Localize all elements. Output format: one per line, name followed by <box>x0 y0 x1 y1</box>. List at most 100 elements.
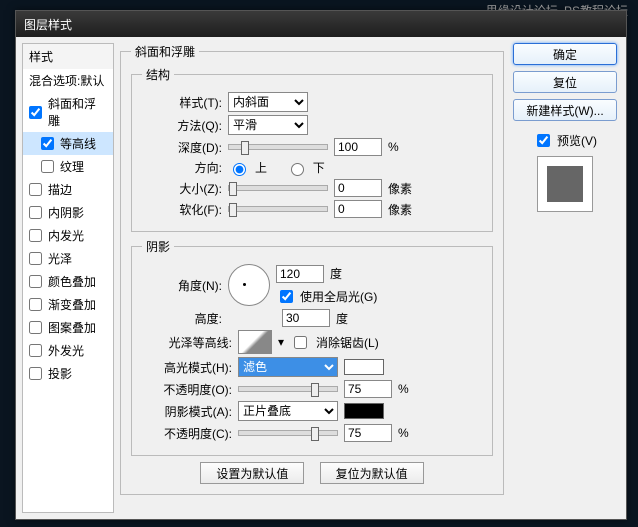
sidebar-label-5: 内发光 <box>48 227 84 244</box>
depth-label: 深度(D): <box>142 139 222 156</box>
sidebar-check-9[interactable] <box>29 321 42 334</box>
gloss-label: 光泽等高线: <box>142 334 232 351</box>
deg-unit: 度 <box>330 265 342 282</box>
percent-unit: % <box>388 140 399 154</box>
technique-select[interactable]: 平滑 <box>228 115 308 135</box>
sidebar-item-4[interactable]: 内阴影 <box>23 201 113 224</box>
direction-label: 方向: <box>142 159 222 176</box>
panel-title: 斜面和浮雕 <box>131 43 199 60</box>
shading-legend: 阴影 <box>142 238 174 255</box>
sidebar-blend-options[interactable]: 混合选项:默认 <box>23 69 113 92</box>
sidebar-check-1[interactable] <box>41 137 54 150</box>
antialias-label: 消除锯齿(L) <box>316 334 379 351</box>
antialias-check[interactable] <box>294 336 307 349</box>
footer-buttons: 设置为默认值 复位为默认值 <box>131 462 493 484</box>
preview-label: 预览(V) <box>557 132 597 149</box>
size-slider[interactable] <box>228 185 328 191</box>
sidebar-item-10[interactable]: 外发光 <box>23 339 113 362</box>
angle-label: 角度(N): <box>142 277 222 294</box>
structure-legend: 结构 <box>142 66 174 83</box>
soften-slider[interactable] <box>228 206 328 212</box>
direction-up-radio[interactable] <box>233 163 246 176</box>
layer-style-dialog: 图层样式 样式 混合选项:默认 斜面和浮雕等高线纹理描边内阴影内发光光泽颜色叠加… <box>15 10 627 520</box>
chevron-down-icon[interactable]: ▾ <box>278 335 284 349</box>
sidebar-check-8[interactable] <box>29 298 42 311</box>
depth-input[interactable] <box>334 138 382 156</box>
technique-label: 方法(Q): <box>142 117 222 134</box>
sidebar-check-0[interactable] <box>29 106 42 119</box>
direction-down-label: 下 <box>313 159 325 176</box>
px-unit: 像素 <box>388 180 412 197</box>
ok-button[interactable]: 确定 <box>513 43 617 65</box>
gloss-contour-swatch[interactable] <box>238 330 272 354</box>
highlight-mode-select[interactable]: 滤色 <box>238 357 338 377</box>
opacity2-input[interactable] <box>344 424 392 442</box>
depth-slider[interactable] <box>228 144 328 150</box>
altitude-input[interactable] <box>282 309 330 327</box>
highlight-color-swatch[interactable] <box>344 359 384 375</box>
window-title: 图层样式 <box>24 18 72 32</box>
sidebar-label-3: 描边 <box>48 181 72 198</box>
style-label: 样式(T): <box>142 94 222 111</box>
sidebar-item-3[interactable]: 描边 <box>23 178 113 201</box>
titlebar[interactable]: 图层样式 <box>16 11 626 37</box>
sidebar-check-7[interactable] <box>29 275 42 288</box>
cancel-button[interactable]: 复位 <box>513 71 617 93</box>
shadow-mode-label: 阴影模式(A): <box>142 403 232 420</box>
sidebar-item-5[interactable]: 内发光 <box>23 224 113 247</box>
sidebar-label-11: 投影 <box>48 365 72 382</box>
sidebar-label-0: 斜面和浮雕 <box>48 95 107 129</box>
opacity2-label: 不透明度(C): <box>142 425 232 442</box>
sidebar-check-5[interactable] <box>29 229 42 242</box>
structure-group: 结构 样式(T): 内斜面 方法(Q): 平滑 深度(D): % <box>131 66 493 232</box>
sidebar-check-6[interactable] <box>29 252 42 265</box>
sidebar-check-2[interactable] <box>41 160 54 173</box>
sidebar-item-9[interactable]: 图案叠加 <box>23 316 113 339</box>
sidebar-label-7: 颜色叠加 <box>48 273 96 290</box>
reset-default-button[interactable]: 复位为默认值 <box>320 462 424 484</box>
px-unit2: 像素 <box>388 201 412 218</box>
soften-label: 软化(F): <box>142 201 222 218</box>
make-default-button[interactable]: 设置为默认值 <box>200 462 304 484</box>
altitude-label: 高度: <box>142 310 222 327</box>
angle-input[interactable] <box>276 265 324 283</box>
effects-sidebar: 样式 混合选项:默认 斜面和浮雕等高线纹理描边内阴影内发光光泽颜色叠加渐变叠加图… <box>22 43 114 513</box>
new-style-button[interactable]: 新建样式(W)... <box>513 99 617 121</box>
preview-swatch <box>537 156 593 212</box>
sidebar-label-10: 外发光 <box>48 342 84 359</box>
sidebar-label-8: 渐变叠加 <box>48 296 96 313</box>
opacity2-slider[interactable] <box>238 430 338 436</box>
global-light-check[interactable] <box>280 290 293 303</box>
panel-fieldset: 斜面和浮雕 结构 样式(T): 内斜面 方法(Q): 平滑 深度(D): <box>120 43 504 495</box>
angle-dial[interactable] <box>228 264 270 306</box>
soften-input[interactable] <box>334 200 382 218</box>
sidebar-check-3[interactable] <box>29 183 42 196</box>
right-buttons: 确定 复位 新建样式(W)... 预览(V) <box>510 43 620 513</box>
shadow-mode-select[interactable]: 正片叠底 <box>238 401 338 421</box>
sidebar-check-10[interactable] <box>29 344 42 357</box>
sidebar-item-0[interactable]: 斜面和浮雕 <box>23 92 113 132</box>
sidebar-item-1[interactable]: 等高线 <box>23 132 113 155</box>
preview-check[interactable] <box>537 134 550 147</box>
size-input[interactable] <box>334 179 382 197</box>
sidebar-check-11[interactable] <box>29 367 42 380</box>
sidebar-item-11[interactable]: 投影 <box>23 362 113 385</box>
deg-unit2: 度 <box>336 310 348 327</box>
sidebar-label-6: 光泽 <box>48 250 72 267</box>
sidebar-item-7[interactable]: 颜色叠加 <box>23 270 113 293</box>
sidebar-label-9: 图案叠加 <box>48 319 96 336</box>
sidebar-label-4: 内阴影 <box>48 204 84 221</box>
style-select[interactable]: 内斜面 <box>228 92 308 112</box>
shadow-color-swatch[interactable] <box>344 403 384 419</box>
highlight-mode-label: 高光模式(H): <box>142 359 232 376</box>
opacity1-input[interactable] <box>344 380 392 398</box>
opacity1-slider[interactable] <box>238 386 338 392</box>
sidebar-check-4[interactable] <box>29 206 42 219</box>
main-panel: 斜面和浮雕 结构 样式(T): 内斜面 方法(Q): 平滑 深度(D): <box>120 43 504 513</box>
sidebar-item-8[interactable]: 渐变叠加 <box>23 293 113 316</box>
global-light-label: 使用全局光(G) <box>300 288 377 305</box>
sidebar-label-2: 纹理 <box>60 158 84 175</box>
sidebar-item-2[interactable]: 纹理 <box>23 155 113 178</box>
sidebar-item-6[interactable]: 光泽 <box>23 247 113 270</box>
direction-down-radio[interactable] <box>291 163 304 176</box>
